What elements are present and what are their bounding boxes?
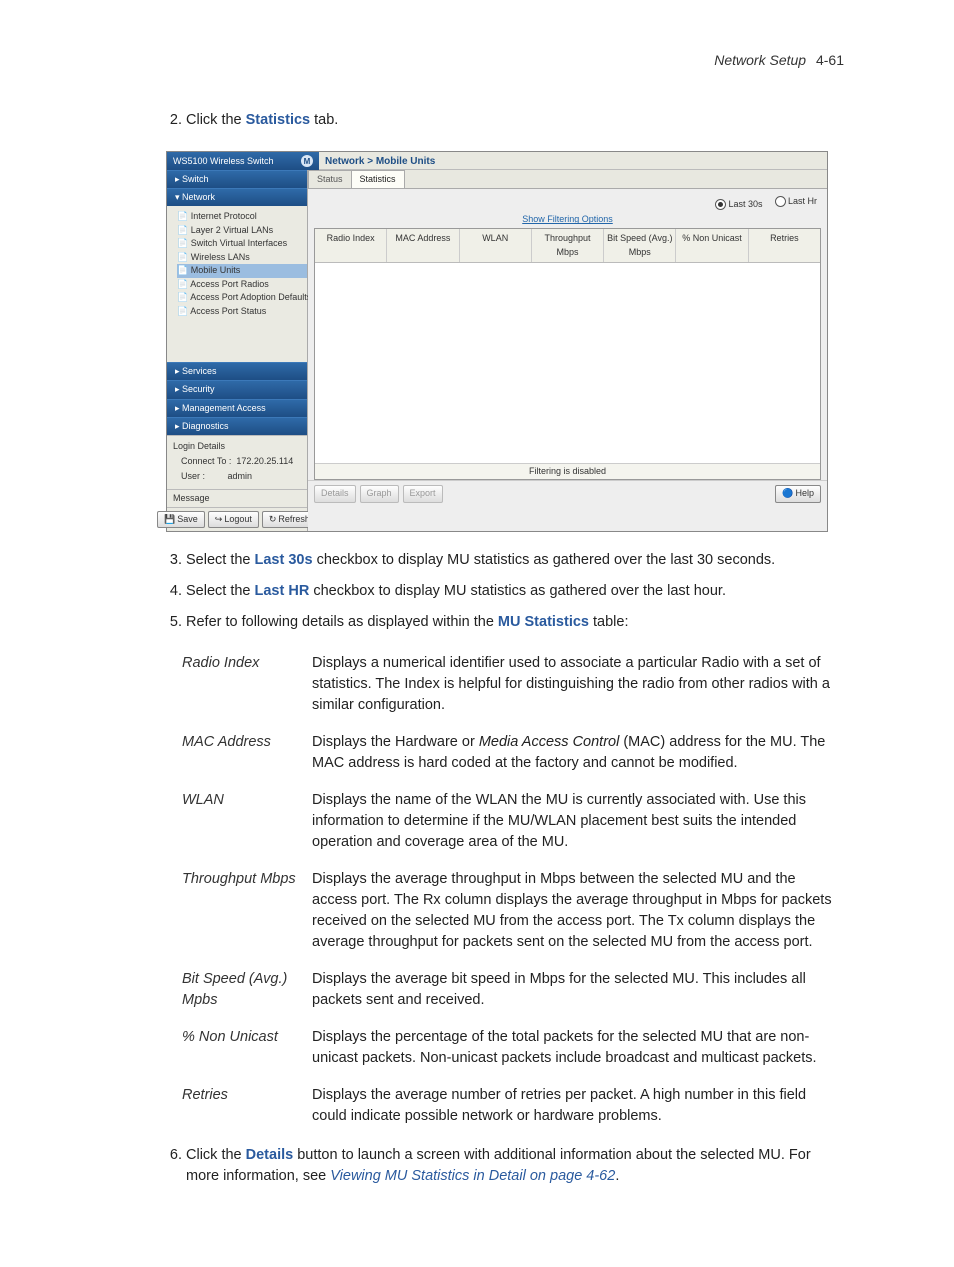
login-details: Login Details Connect To : 172.20.25.114… bbox=[167, 435, 307, 489]
nav-tree: 📄 Internet Protocol 📄 Layer 2 Virtual LA… bbox=[167, 206, 307, 362]
nav-item-mu[interactable]: 📄 Mobile Units bbox=[177, 264, 307, 278]
nav-switch[interactable]: ▸ Switch bbox=[167, 170, 307, 188]
message-panel: Message bbox=[167, 489, 307, 507]
nav-sidebar: ▸ Switch ▾ Network 📄 Internet Protocol 📄… bbox=[167, 170, 308, 531]
def-term: Bit Speed (Avg.) Mpbs bbox=[182, 969, 312, 1011]
def-term: MAC Address bbox=[182, 732, 312, 774]
nav-diag[interactable]: ▸ Diagnostics bbox=[167, 417, 307, 435]
motorola-logo-icon: M bbox=[301, 155, 313, 167]
def-row: WLAN Displays the name of the WLAN the M… bbox=[182, 790, 844, 853]
tab-status[interactable]: Status bbox=[308, 170, 352, 188]
def-row: Radio Index Displays a numerical identif… bbox=[182, 653, 844, 716]
nav-item-apr[interactable]: 📄 Access Port Radios bbox=[177, 278, 307, 292]
col-mac[interactable]: MAC Address bbox=[387, 229, 459, 261]
def-term: Throughput Mbps bbox=[182, 869, 312, 953]
title-bar: WS5100 Wireless Switch M bbox=[167, 152, 319, 170]
login-title: Login Details bbox=[173, 440, 301, 453]
col-retries[interactable]: Retries bbox=[749, 229, 820, 261]
col-bitspeed[interactable]: Bit Speed (Avg.) Mbps bbox=[604, 229, 676, 261]
mu-statistics-word: MU Statistics bbox=[498, 614, 589, 630]
save-button[interactable]: 💾 Save bbox=[157, 511, 205, 528]
col-wlan[interactable]: WLAN bbox=[460, 229, 532, 261]
step-4: Select the Last HR checkbox to display M… bbox=[186, 581, 844, 602]
step-2: Click the Statistics tab. bbox=[186, 110, 844, 131]
def-desc: Displays a numerical identifier used to … bbox=[312, 653, 844, 716]
nav-item-apd[interactable]: 📄 Access Port Adoption Defaults bbox=[177, 291, 307, 305]
breadcrumb: Network > Mobile Units bbox=[319, 152, 827, 170]
nav-services[interactable]: ▸ Services bbox=[167, 362, 307, 380]
grid-body bbox=[315, 263, 820, 464]
show-filtering-link[interactable]: Show Filtering Options bbox=[308, 213, 827, 226]
def-desc: Displays the average bit speed in Mbps f… bbox=[312, 969, 844, 1011]
details-word: Details bbox=[246, 1147, 294, 1163]
nav-item-ip[interactable]: 📄 Internet Protocol bbox=[177, 210, 307, 224]
tab-bar: Status Statistics bbox=[308, 170, 827, 189]
def-term: Retries bbox=[182, 1085, 312, 1127]
radio-on-icon bbox=[715, 199, 726, 210]
crossref-link[interactable]: Viewing MU Statistics in Detail on page … bbox=[330, 1168, 615, 1184]
product-name: WS5100 Wireless Switch bbox=[173, 155, 274, 168]
def-row: MAC Address Displays the Hardware or Med… bbox=[182, 732, 844, 774]
nav-item-wlan[interactable]: 📄 Wireless LANs bbox=[177, 251, 307, 265]
time-range: Last 30s Last Hr bbox=[308, 189, 827, 213]
section-name: Network Setup bbox=[714, 52, 806, 68]
def-desc: Displays the percentage of the total pac… bbox=[312, 1027, 844, 1069]
step-list-a: Click the Statistics tab. bbox=[160, 110, 844, 131]
tab-statistics[interactable]: Statistics bbox=[351, 170, 405, 188]
nav-item-aps[interactable]: 📄 Access Port Status bbox=[177, 305, 307, 319]
def-desc: Displays the average throughput in Mbps … bbox=[312, 869, 844, 953]
nav-network[interactable]: ▾ Network bbox=[167, 188, 307, 206]
main-buttons: Details Graph Export 🔵 Help bbox=[308, 480, 827, 506]
step-3: Select the Last 30s checkbox to display … bbox=[186, 550, 844, 571]
def-desc: Displays the name of the WLAN the MU is … bbox=[312, 790, 844, 853]
page-number: 4-61 bbox=[816, 52, 844, 68]
export-button[interactable]: Export bbox=[403, 485, 443, 502]
nav-item-l2[interactable]: 📄 Layer 2 Virtual LANs bbox=[177, 224, 307, 238]
nav-buttons: 💾 Save ↪ Logout ↻ Refresh bbox=[167, 507, 307, 531]
step-list-b: Select the Last 30s checkbox to display … bbox=[160, 550, 844, 633]
col-radio-index[interactable]: Radio Index bbox=[315, 229, 387, 261]
filter-status: Filtering is disabled bbox=[315, 463, 820, 479]
nav-mgmt[interactable]: ▸ Management Access bbox=[167, 399, 307, 417]
step-6: Click the Details button to launch a scr… bbox=[186, 1145, 844, 1187]
step-5: Refer to following details as displayed … bbox=[186, 612, 844, 633]
def-row: % Non Unicast Displays the percentage of… bbox=[182, 1027, 844, 1069]
grid-header: Radio Index MAC Address WLAN Throughput … bbox=[315, 229, 820, 262]
nav-security[interactable]: ▸ Security bbox=[167, 380, 307, 398]
nav-item-svi[interactable]: 📄 Switch Virtual Interfaces bbox=[177, 237, 307, 251]
page-header: Network Setup 4-61 bbox=[160, 50, 844, 70]
help-button[interactable]: 🔵 Help bbox=[775, 485, 821, 502]
col-nonunicast[interactable]: % Non Unicast bbox=[676, 229, 748, 261]
radio-off-icon bbox=[775, 196, 786, 207]
statistics-word: Statistics bbox=[246, 112, 310, 128]
main-panel: Status Statistics Last 30s Last Hr Show … bbox=[308, 170, 827, 531]
def-row: Throughput Mbps Displays the average thr… bbox=[182, 869, 844, 953]
graph-button[interactable]: Graph bbox=[360, 485, 399, 502]
ui-screenshot: WS5100 Wireless Switch M Network > Mobil… bbox=[166, 151, 828, 532]
logout-button[interactable]: ↪ Logout bbox=[208, 511, 259, 528]
last-30s-word: Last 30s bbox=[255, 552, 313, 568]
def-row: Retries Displays the average number of r… bbox=[182, 1085, 844, 1127]
step-list-c: Click the Details button to launch a scr… bbox=[160, 1145, 844, 1187]
radio-last-hr[interactable]: Last Hr bbox=[775, 195, 817, 208]
radio-last-30s[interactable]: Last 30s bbox=[715, 198, 762, 211]
last-hr-word: Last HR bbox=[255, 583, 310, 599]
def-desc: Displays the average number of retries p… bbox=[312, 1085, 844, 1127]
def-row: Bit Speed (Avg.) Mpbs Displays the avera… bbox=[182, 969, 844, 1011]
statistics-grid: Radio Index MAC Address WLAN Throughput … bbox=[314, 228, 821, 480]
def-term: WLAN bbox=[182, 790, 312, 853]
def-desc: Displays the Hardware or Media Access Co… bbox=[312, 732, 844, 774]
details-button[interactable]: Details bbox=[314, 485, 356, 502]
definitions-table: Radio Index Displays a numerical identif… bbox=[182, 653, 844, 1127]
col-throughput[interactable]: Throughput Mbps bbox=[532, 229, 604, 261]
def-term: Radio Index bbox=[182, 653, 312, 716]
def-term: % Non Unicast bbox=[182, 1027, 312, 1069]
